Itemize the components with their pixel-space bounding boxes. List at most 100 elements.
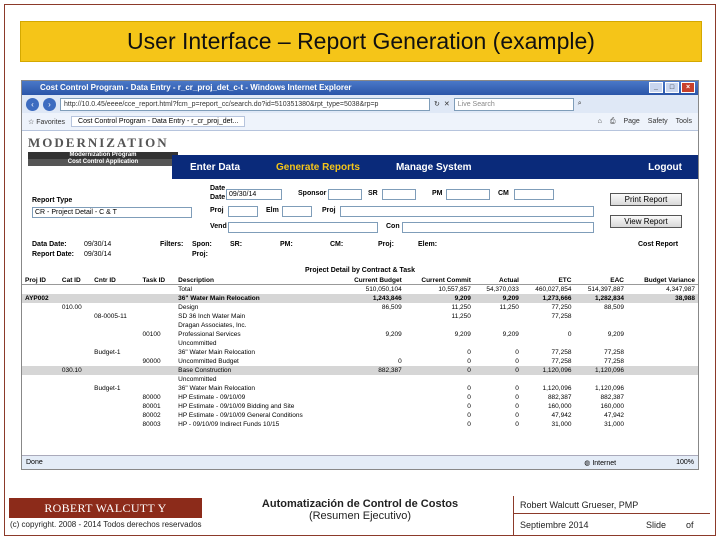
security-zone: ◍ Internet — [584, 459, 617, 467]
table-cell: 0 — [467, 411, 471, 419]
view-report-button[interactable]: View Report — [610, 215, 682, 228]
menu-manage-system[interactable]: Manage System — [378, 162, 490, 173]
table-row: 80002 HP Estimate - 09/10/09 General Cond… — [22, 411, 698, 420]
main-menu: Enter Data Generate Reports Manage Syste… — [172, 155, 698, 179]
table-cell: 08-0005-11 — [94, 312, 127, 320]
table-cell: 882,387 — [600, 393, 624, 401]
table-cell — [474, 312, 522, 321]
filter-elem-label: Elem: — [418, 241, 438, 248]
maximize-icon[interactable]: □ — [665, 82, 679, 93]
table-cell — [627, 330, 698, 339]
sponsor-select[interactable] — [328, 189, 362, 200]
filter-proj2-label: Proj: — [192, 251, 208, 258]
con-select[interactable] — [402, 222, 594, 233]
proj-select[interactable] — [228, 206, 258, 217]
table-cell — [574, 321, 627, 330]
sr-label: SR — [368, 190, 378, 197]
table-row: Uncommitted — [22, 375, 698, 384]
slide-label: Slide — [646, 520, 667, 530]
column-header: Cat ID — [58, 277, 92, 285]
date-input[interactable]: 09/30/14 — [226, 189, 282, 200]
column-header: ETC — [521, 277, 575, 285]
table-cell: 80001 — [142, 402, 161, 410]
vend-label: Vend — [210, 223, 227, 230]
table-cell — [627, 375, 698, 384]
table-cell: 0 — [398, 357, 402, 365]
table-cell — [22, 348, 59, 357]
vend-select[interactable] — [228, 222, 378, 233]
table-cell — [91, 293, 140, 303]
tools-menu[interactable]: Tools — [676, 118, 692, 126]
report-type-select[interactable]: CR - Project Detail - C & T — [32, 207, 192, 218]
report-date-value: 09/30/14 — [84, 251, 112, 258]
table-cell: 11,250 — [499, 303, 519, 311]
back-icon[interactable]: ‹ — [26, 97, 39, 111]
copyright: (c) copyright. 2008 - 2014 Todos derecho… — [10, 520, 202, 529]
home-icon[interactable]: ⌂ — [598, 118, 602, 126]
minimize-icon[interactable]: _ — [649, 82, 663, 93]
print-report-button[interactable]: Print Report — [610, 193, 682, 206]
table-row: Total 510,050,104 10,557,857 54,370,033 460,… — [22, 285, 698, 294]
table-cell: 0 — [404, 365, 474, 375]
table-cell: 9,209 — [473, 293, 522, 303]
menu-generate-reports[interactable]: Generate Reports — [258, 162, 378, 173]
elm-label: Elm — [266, 207, 279, 214]
table-cell — [627, 339, 698, 348]
print-icon[interactable]: ⎙ — [610, 118, 616, 126]
logo-text: MODERNIZATION — [28, 135, 169, 150]
page-menu[interactable]: Page — [623, 118, 639, 126]
report-filter-form: Report Type CR - Project Detail - C & T … — [22, 185, 698, 237]
table-cell — [22, 321, 59, 330]
zone-label: Internet — [592, 459, 617, 467]
table-cell — [627, 402, 698, 411]
table-cell — [338, 411, 405, 420]
table-cell — [22, 420, 59, 429]
search-icon[interactable]: ⌕ — [578, 100, 582, 108]
table-cell — [522, 321, 575, 330]
report-date-label: Report Date: — [32, 251, 75, 258]
table-cell: 9,209 — [502, 330, 519, 338]
table-cell — [139, 303, 175, 312]
table-cell — [22, 365, 59, 375]
menu-enter-data[interactable]: Enter Data — [172, 162, 258, 173]
proj2-select[interactable] — [340, 206, 594, 217]
command-bar: ⌂ ⎙ Page Safety Tools — [598, 118, 692, 126]
menu-logout[interactable]: Logout — [630, 162, 698, 173]
table-cell: 77,258 — [551, 357, 572, 365]
table-cell: 77,258 — [604, 357, 624, 365]
forward-icon[interactable]: › — [43, 97, 56, 111]
table-cell: 9,209 — [454, 330, 471, 338]
favorites-button[interactable]: ☆ Favorites — [28, 118, 65, 126]
browser-titlebar: Cost Control Program - Data Entry - r_cr… — [22, 81, 698, 95]
table-cell — [59, 411, 91, 420]
pm-select[interactable] — [446, 189, 490, 200]
browser-tab[interactable]: Cost Control Program - Data Entry - r_cr… — [71, 116, 246, 127]
url-input[interactable]: http://10.0.45/eeee/cce_report.html?fcm_… — [60, 97, 430, 111]
close-icon[interactable]: × — [681, 82, 695, 93]
table-cell — [627, 384, 698, 393]
footer-date: Septiembre 2014 — [520, 520, 589, 530]
sr-select[interactable] — [382, 189, 416, 200]
column-header: Budget Variance — [626, 277, 698, 285]
table-cell: 9,209 — [385, 330, 402, 338]
table-cell: 1,120,096 — [595, 384, 624, 392]
safety-menu[interactable]: Safety — [648, 118, 668, 126]
refresh-icon[interactable]: ↻ — [434, 100, 440, 108]
elm-select[interactable] — [282, 206, 312, 217]
cm-select[interactable] — [514, 189, 554, 200]
zoom-level[interactable]: 100% — [676, 459, 694, 466]
table-cell — [574, 312, 627, 321]
table-cell — [22, 312, 59, 321]
con-label: Con — [386, 223, 400, 230]
table-cell — [626, 365, 698, 375]
table-cell: 80000 — [142, 393, 161, 401]
table-cell: 010.00 — [61, 303, 82, 311]
stop-icon[interactable]: ✕ — [444, 100, 450, 108]
table-cell: 0 — [467, 420, 471, 428]
table-cell: 882,387 — [547, 393, 572, 401]
table-cell — [22, 285, 59, 294]
search-input[interactable]: Live Search — [453, 97, 574, 111]
table-cell — [139, 348, 175, 357]
report-info: Data Date: 09/30/14 Report Date: 09/30/1… — [22, 237, 698, 267]
table-title: Project Detail by Contract & Task — [305, 267, 415, 274]
